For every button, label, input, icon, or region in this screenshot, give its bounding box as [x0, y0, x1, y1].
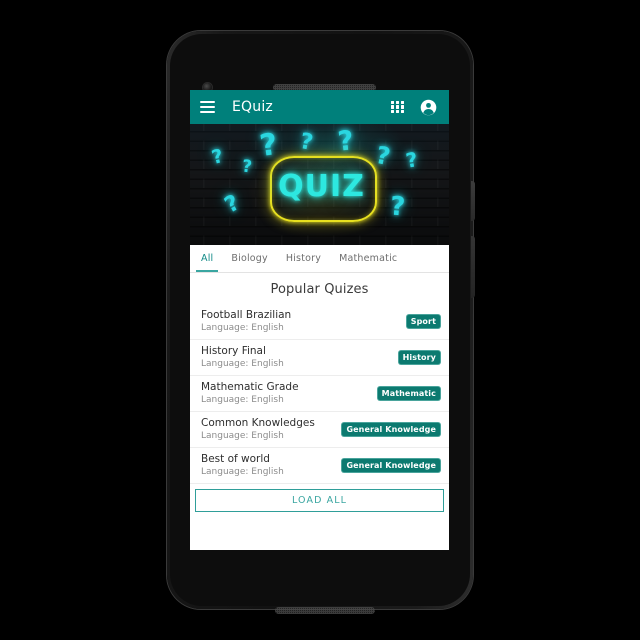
apps-grid-icon[interactable]	[391, 100, 404, 114]
quiz-language: Language: English	[201, 395, 284, 405]
phone-screen: EQuiz ? ? ? ? ? ? ? ? ? QUIZ All Biology…	[190, 90, 449, 550]
page-title: Popular Quizes	[270, 282, 369, 297]
list-item[interactable]: Common Knowledges Language: English Gene…	[190, 412, 449, 448]
volume-button[interactable]	[471, 236, 475, 298]
question-mark-icon: ?	[336, 125, 356, 158]
account-circle-icon[interactable]	[420, 99, 437, 116]
list-item-texts: Best of world Language: English	[201, 453, 284, 478]
quiz-title: History Final	[201, 345, 266, 357]
quiz-banner-image: ? ? ? ? ? ? ? ? ? QUIZ	[190, 124, 449, 245]
tab-biology[interactable]: Biology	[222, 245, 276, 272]
list-item-texts: Mathematic Grade Language: English	[201, 381, 299, 406]
quiz-title: Mathematic Grade	[201, 381, 299, 393]
quiz-language: Language: English	[201, 323, 284, 333]
quiz-title: Best of world	[201, 453, 270, 465]
load-all-container: LOAD ALL	[190, 484, 449, 516]
list-item[interactable]: Best of world Language: English General …	[190, 448, 449, 484]
power-button[interactable]	[471, 181, 475, 221]
app-bar: EQuiz	[190, 90, 449, 124]
question-mark-icon: ?	[240, 156, 253, 178]
quiz-language: Language: English	[201, 467, 284, 477]
screenshot-stage: EQuiz ? ? ? ? ? ? ? ? ? QUIZ All Biology…	[0, 0, 640, 640]
tab-all[interactable]: All	[192, 245, 222, 272]
list-item[interactable]: History Final Language: English History	[190, 340, 449, 376]
quiz-language: Language: English	[201, 359, 284, 369]
hamburger-menu-icon[interactable]	[200, 101, 215, 113]
list-item[interactable]: Football Brazilian Language: English Spo…	[190, 304, 449, 340]
status-badge: General Knowledge	[342, 422, 440, 437]
status-badge: Sport	[406, 314, 440, 329]
quiz-list: Football Brazilian Language: English Spo…	[190, 304, 449, 484]
list-item-texts: History Final Language: English	[201, 345, 284, 370]
neon-quiz-text: QUIZ	[278, 169, 365, 204]
quiz-title: Football Brazilian	[201, 309, 292, 321]
list-item-texts: Football Brazilian Language: English	[201, 309, 291, 334]
question-mark-icon: ?	[388, 191, 407, 223]
quiz-title: Common Knowledges	[201, 417, 315, 429]
status-badge: History	[398, 350, 440, 365]
tab-history[interactable]: History	[277, 245, 330, 272]
tab-mathematic[interactable]: Mathematic	[330, 245, 406, 272]
list-item-texts: Common Knowledges Language: English	[201, 417, 315, 442]
list-item[interactable]: Mathematic Grade Language: English Mathe…	[190, 376, 449, 412]
bottom-speaker-grille	[275, 607, 375, 614]
load-all-button[interactable]: LOAD ALL	[195, 489, 444, 512]
app-title: EQuiz	[232, 99, 273, 115]
quiz-language: Language: English	[201, 431, 284, 441]
status-badge: Mathematic	[377, 386, 440, 401]
status-badge: General Knowledge	[342, 458, 440, 473]
category-tabs: All Biology History Mathematic	[190, 245, 449, 273]
